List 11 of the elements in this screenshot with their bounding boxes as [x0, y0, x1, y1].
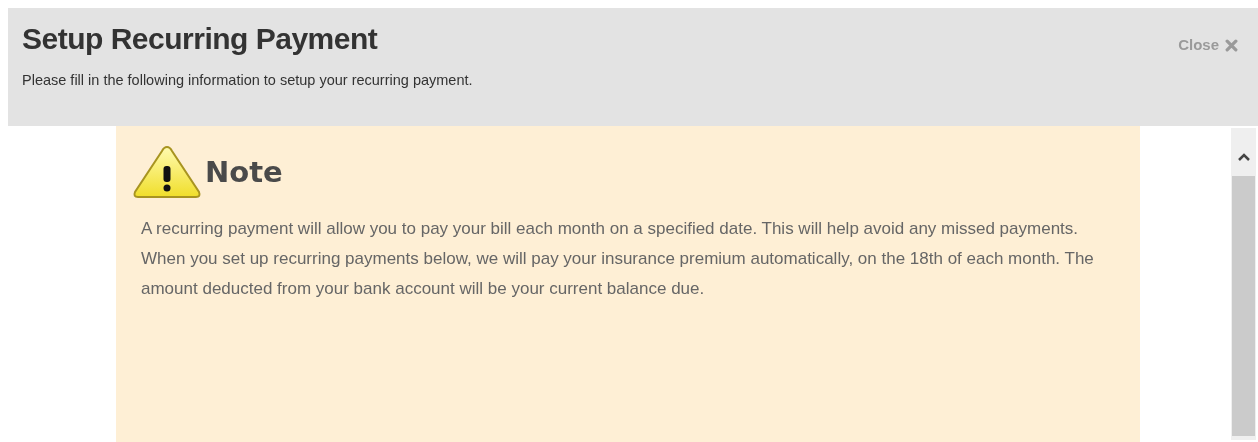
note-heading: Note: [205, 155, 283, 189]
close-link[interactable]: Close: [1178, 36, 1238, 54]
dialog-subtitle: Please fill in the following information to setup your recurring payment.: [22, 72, 473, 88]
note-paragraph: A recurring payment will allow you to pay your bill each month on a specified date. This will help avoid any missed payments.: [141, 218, 1080, 240]
scrollbar[interactable]: [1231, 128, 1256, 440]
scrollbar-thumb[interactable]: [1232, 176, 1255, 436]
warning-icon: [131, 144, 203, 200]
note-paragraph: When you set up recurring payments below, we will pay your insurance premium automatically, on the 18th of each month. The amount deducted from your bank account will be your current balance due.: [141, 248, 1095, 300]
close-icon: [1225, 39, 1238, 52]
scroll-up-icon[interactable]: [1236, 152, 1251, 162]
dialog-title: Setup Recurring Payment: [22, 22, 379, 56]
